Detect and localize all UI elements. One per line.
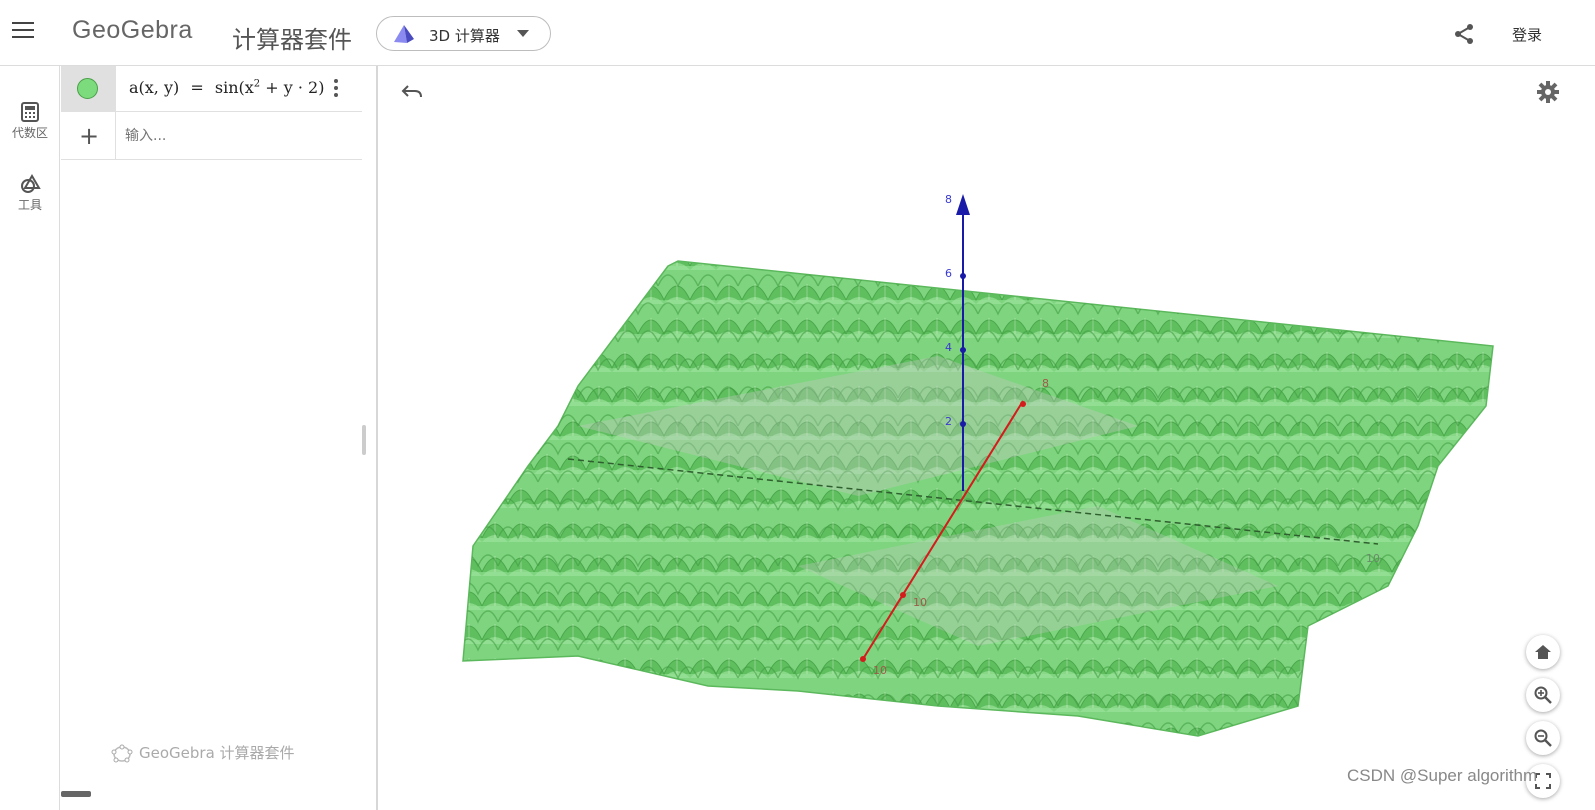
tools-icon [21, 174, 41, 193]
formula-rhs-suffix: + y · 2) [260, 78, 325, 97]
chevron-down-icon [517, 30, 529, 37]
input-row: + [61, 112, 362, 160]
footer-label: GeoGebra 计算器套件 [139, 744, 295, 762]
visibility-cell [61, 66, 116, 112]
z-tick-label: 4 [945, 341, 952, 354]
app-switch-dropdown[interactable]: 3D 计算器 [376, 16, 551, 51]
z-axis-tick [960, 421, 966, 427]
algebra-input[interactable] [125, 126, 345, 146]
z-axis-tick [960, 273, 966, 279]
login-button[interactable]: 登录 [1512, 24, 1542, 45]
y-tick-label: 10 [913, 596, 927, 609]
panel-resize-handle[interactable] [362, 425, 366, 455]
formula-text[interactable]: a(x, y) = sin(x2 + y · 2) [129, 78, 324, 97]
visibility-toggle[interactable] [77, 78, 98, 99]
y-axis-tick [860, 656, 866, 662]
calculator-icon [21, 102, 39, 122]
pyramid-icon [394, 25, 414, 43]
home-button[interactable] [1526, 635, 1560, 669]
scene-3d[interactable]: 8 10 10 10 2 4 6 8 [378, 66, 1595, 810]
zoom-out-button[interactable] [1526, 721, 1560, 755]
add-cell: + [61, 112, 116, 160]
z-tick-label: 2 [945, 415, 952, 428]
plus-icon[interactable]: + [79, 122, 99, 150]
geogebra-logo[interactable]: GeoGebra [72, 16, 193, 45]
rail-item-label: 代数区 [11, 126, 48, 140]
zoom-out-icon [1534, 729, 1552, 747]
y-tick-label: 10 [873, 664, 887, 677]
algebra-footer: GeoGebra 计算器套件 [111, 742, 295, 764]
algebra-panel: a(x, y) = sin(x2 + y · 2) + GeoGebra 计算器… [61, 66, 362, 810]
z-axis-arrow [956, 194, 970, 215]
more-options-icon[interactable] [333, 79, 339, 99]
graphics-3d-view[interactable]: 8 10 10 10 2 4 6 8 CSDN @Super algorithm [378, 66, 1595, 810]
z-axis-tick [960, 347, 966, 353]
share-icon[interactable] [1452, 22, 1476, 46]
zoom-in-icon [1534, 686, 1552, 704]
y-axis-tick [1020, 401, 1026, 407]
formula-lhs: a(x, y) [129, 78, 180, 97]
z-tick-label: 6 [945, 267, 952, 280]
hamburger-menu-icon[interactable] [12, 22, 34, 42]
keyboard-tab[interactable] [61, 791, 91, 797]
formula-rhs-prefix: sin(x [214, 78, 254, 97]
zoom-in-button[interactable] [1526, 678, 1560, 712]
y-axis-tick [900, 592, 906, 598]
app-switch-label: 3D 计算器 [429, 27, 500, 45]
rail-item-algebra[interactable]: 代数区 [0, 102, 60, 141]
home-icon [1535, 645, 1551, 659]
suite-title: 计算器套件 [232, 26, 352, 54]
gear-icon[interactable] [1536, 80, 1560, 104]
geogebra-logo-icon [111, 744, 133, 762]
side-rail: 代数区 工具 [0, 66, 60, 810]
z-tick-label: 8 [945, 193, 952, 206]
undo-icon[interactable] [400, 82, 424, 102]
y-tick-label: 8 [1042, 377, 1049, 390]
watermark-text: CSDN @Super algorithm [1347, 766, 1538, 785]
algebra-row[interactable]: a(x, y) = sin(x2 + y · 2) [61, 66, 362, 112]
formula-equals: = [190, 78, 204, 97]
top-header: GeoGebra 计算器套件 3D 计算器 登录 [0, 0, 1595, 66]
x-tick-label: 10 [1366, 552, 1380, 565]
rail-item-tools[interactable]: 工具 [0, 174, 60, 213]
rail-item-label: 工具 [17, 198, 42, 212]
